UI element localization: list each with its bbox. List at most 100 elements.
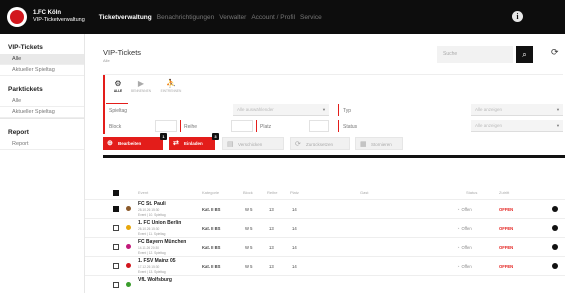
nav-verwalter[interactable]: Verwalter (219, 14, 246, 21)
cancel-icon: ▦ (360, 141, 367, 148)
nav-service[interactable]: Service (300, 14, 322, 21)
event-name: FC St. Pauli (138, 201, 166, 207)
brand-name: 1.FC Köln (33, 10, 61, 16)
tab-bennennen[interactable]: ▶ BENNENNEN (129, 78, 153, 102)
row-checkbox[interactable] (113, 244, 119, 250)
spieltag-select[interactable]: Alle auswählender ▼ (233, 104, 329, 116)
search-icon: ⌕ (522, 50, 527, 59)
entry-status: OFFEN (499, 226, 514, 231)
sidebar-item-report[interactable]: Report (0, 139, 84, 150)
team-logo (126, 206, 131, 211)
info-icon[interactable] (552, 244, 558, 250)
row-checkbox[interactable] (113, 282, 119, 288)
column-header-gast[interactable]: Gast (360, 190, 368, 195)
active-tab-indicator (106, 103, 128, 104)
top-navigation-bar: 1.FC Köln VIP-Ticketverwaltung Ticketver… (0, 0, 565, 34)
sidebar-section-vip-tickets: VIP-Tickets (8, 44, 43, 51)
chevron-down-icon: ▼ (322, 107, 326, 112)
column-header-platz[interactable]: Platz (290, 190, 299, 195)
table-row[interactable]: 1. FSV Mainz 05 17.12.26 15:30 Event | 13.… (85, 256, 565, 275)
table-row[interactable]: FC St. Pauli 28.10.26 15:30 Event | 10. Sp… (85, 199, 565, 218)
typ-select[interactable]: Alle anzeigen ▼ (471, 104, 563, 116)
block-cell: W 5 (245, 264, 253, 269)
row-checkbox[interactable] (113, 206, 119, 212)
filter-accent-bar (103, 75, 105, 134)
platz-input[interactable] (309, 120, 329, 132)
platz-cell: 14 (292, 207, 297, 212)
platz-cell: 14 (292, 226, 297, 231)
status-label: Status (343, 124, 358, 130)
zuruecksetzen-button[interactable]: ⟳ Zurücksetzen (290, 137, 350, 150)
block-cell: W 5 (245, 207, 253, 212)
column-header-zutritt[interactable]: Zutritt (499, 190, 509, 195)
brand: 1.FC Köln VIP-Ticketverwaltung (33, 10, 85, 24)
settings-icon: ⚙ (114, 79, 122, 88)
einladen-button[interactable]: ⇄ Einladen 3 (169, 133, 219, 150)
info-icon[interactable] (552, 225, 558, 231)
reihe-input[interactable] (231, 120, 253, 132)
play-icon: ▶ (137, 79, 145, 88)
clock-icon: ◔ (457, 226, 460, 231)
sidebar-section-report: Report (0, 118, 84, 139)
platz-label: Platz (260, 124, 272, 130)
entry-status: OFFEN (499, 207, 514, 212)
tab-eintrennen[interactable]: ⛹ EINTRENNEN (159, 78, 183, 102)
nav-ticketverwaltung[interactable]: Ticketverwaltung (99, 14, 152, 21)
reihe-label: Reihe (184, 124, 198, 130)
person-icon: ⛹ (166, 79, 176, 88)
table-row[interactable]: VfL Wolfsburg (85, 275, 565, 294)
select-all-checkbox[interactable] (113, 190, 119, 196)
sidebar-item-vip-alle[interactable]: Alle (0, 54, 84, 65)
category-cell: Kat. II BS (202, 264, 221, 269)
event-date: 17.12.26 15:30 (138, 265, 160, 269)
search-button[interactable]: ⌕ (516, 46, 533, 63)
status-cell: ◔ Offen (457, 245, 472, 250)
category-cell: Kat. II BS (202, 245, 221, 250)
stornieren-button[interactable]: ▦ Stornieren (355, 137, 403, 150)
table-row[interactable]: FC Bayern München 14.11.26 20:30 Event | 1… (85, 237, 565, 256)
team-logo (126, 282, 131, 287)
info-icon[interactable] (552, 206, 558, 212)
column-header-kategorie[interactable]: Kategorie (202, 190, 219, 195)
category-cell: Kat. II BS (202, 207, 221, 212)
row-checkbox[interactable] (113, 225, 119, 231)
nav-benachrichtigungen[interactable]: Benachrichtigungen (157, 14, 214, 21)
info-icon[interactable]: i (512, 11, 523, 22)
row-checkbox[interactable] (113, 263, 119, 269)
status-select[interactable]: Alle anzeigen ▼ (471, 120, 563, 132)
sidebar-item-park-aktueller-spieltag[interactable]: Aktueller Spieltag (0, 107, 84, 118)
column-header-event[interactable]: Event (138, 190, 148, 195)
chevron-down-icon: ▼ (556, 123, 560, 128)
column-header-status[interactable]: Status (466, 190, 477, 195)
block-cell: W 5 (245, 226, 253, 231)
team-logo (126, 263, 131, 268)
status-cell: ◔ Offen (457, 264, 472, 269)
refresh-icon[interactable]: ⟳ (551, 47, 559, 58)
status-cell: ◔ Offen (457, 226, 472, 231)
send-icon: ▤ (227, 141, 234, 148)
club-logo[interactable] (7, 7, 27, 27)
edit-icon: ⊕ (107, 140, 113, 147)
sidebar-item-park-alle[interactable]: Alle (0, 96, 84, 107)
column-header-block[interactable]: Block (243, 190, 253, 195)
info-icon[interactable] (552, 263, 558, 269)
event-name: FC Bayern München (138, 239, 187, 245)
tab-alle[interactable]: ⚙ ALLE (106, 78, 130, 102)
section-divider (103, 155, 565, 158)
sidebar-item-vip-aktueller-spieltag[interactable]: Aktueller Spieltag (0, 65, 84, 76)
status-cell: ◔ Offen (457, 207, 472, 212)
page-subtitle: Alle (103, 58, 110, 63)
nav-account-profil[interactable]: Account / Profil (251, 14, 295, 21)
event-matchday: Event | 13. Spieltag (138, 270, 166, 274)
block-input[interactable] (155, 120, 177, 132)
category-cell: Kat. II BS (202, 226, 221, 231)
reset-icon: ⟳ (295, 141, 301, 148)
column-header-reihe[interactable]: Reihe (267, 190, 277, 195)
search-input[interactable]: Suche (437, 46, 513, 63)
table-row[interactable]: 1. FC Union Berlin 26.10.26 15:30 Event | … (85, 218, 565, 237)
verschicken-button[interactable]: ▤ Verschicken (222, 137, 284, 150)
platz-cell: 14 (292, 264, 297, 269)
filter-panel: ⚙ ALLE ▶ BENNENNEN ⛹ EINTRENNEN Spieltag… (103, 74, 563, 134)
divider (338, 120, 339, 132)
bearbeiten-button[interactable]: ⊕ Bearbeiten 1 (103, 133, 167, 150)
